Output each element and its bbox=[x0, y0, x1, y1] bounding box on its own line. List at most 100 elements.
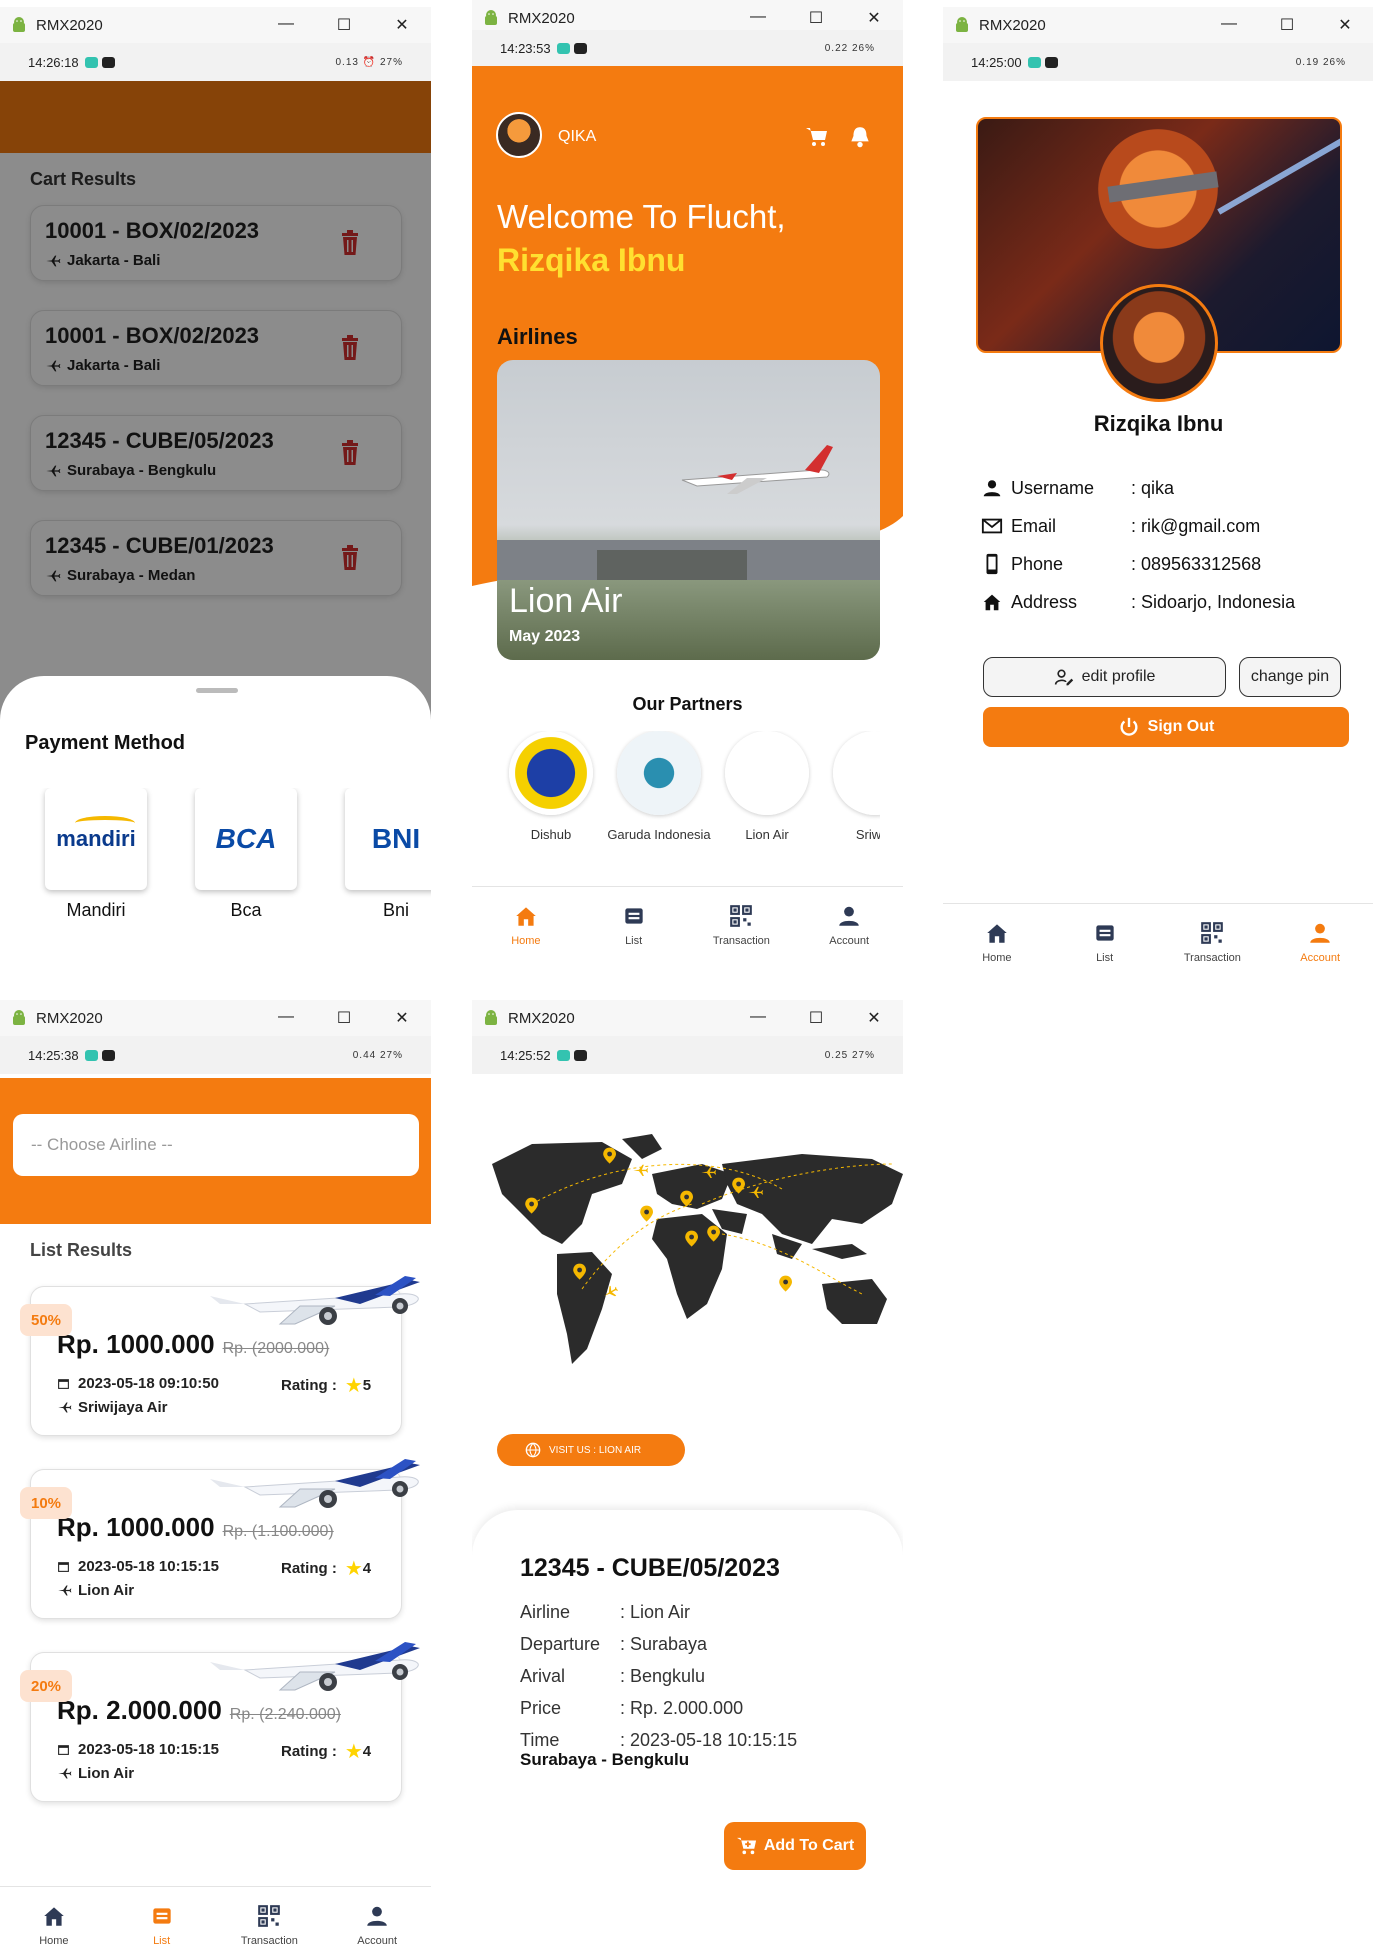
partner-logo[interactable] bbox=[509, 731, 593, 815]
payment-title: Payment Method bbox=[25, 732, 186, 754]
list-icon bbox=[624, 907, 643, 924]
change-pin-button[interactable]: change pin bbox=[1239, 657, 1341, 697]
qr-icon bbox=[1201, 921, 1224, 944]
nav-home-label: Home bbox=[511, 934, 541, 947]
add-to-cart-button[interactable]: Add To Cart bbox=[724, 1822, 866, 1870]
nav-list-label: List bbox=[153, 1934, 171, 1947]
cart-icon[interactable] bbox=[804, 126, 830, 148]
flight-datetime: 2023-05-18 10:15:15 bbox=[57, 1741, 219, 1758]
visit-button-label: VISIT US : LION AIR bbox=[549, 1444, 642, 1456]
user-icon bbox=[839, 906, 859, 926]
list-icon bbox=[1095, 924, 1114, 941]
partner-logo[interactable] bbox=[617, 731, 701, 815]
payment-option[interactable]: BNI bbox=[345, 788, 431, 890]
maximize-button[interactable]: ☐ bbox=[315, 1008, 373, 1028]
partner-name: Sriwija bbox=[855, 827, 880, 841]
app-icon bbox=[84, 1049, 98, 1061]
minimize-button[interactable]: — bbox=[729, 8, 787, 28]
minimize-button[interactable]: — bbox=[1200, 15, 1258, 35]
nav-transaction[interactable]: Transaction bbox=[1159, 904, 1267, 962]
minimize-button[interactable]: — bbox=[257, 15, 315, 35]
youtube-icon bbox=[573, 1049, 587, 1061]
airline-card[interactable]: Lion Air May 2023 bbox=[497, 360, 880, 660]
app-icon bbox=[84, 56, 98, 68]
status-indicators: 0.22 26% bbox=[824, 42, 875, 54]
payment-option[interactable]: mandiri bbox=[45, 788, 147, 890]
nav-home[interactable]: Home bbox=[943, 904, 1051, 962]
close-button[interactable]: ✕ bbox=[373, 1008, 431, 1028]
maximize-button[interactable]: ☐ bbox=[787, 8, 845, 28]
profile-field: Address: Sidoarjo, Indonesia bbox=[981, 587, 1341, 617]
close-button[interactable]: ✕ bbox=[373, 15, 431, 35]
maximize-button[interactable]: ☐ bbox=[315, 15, 373, 35]
nav-home[interactable]: Home bbox=[0, 1887, 108, 1951]
maximize-button[interactable]: ☐ bbox=[1258, 15, 1316, 35]
discount-badge: 50% bbox=[20, 1304, 72, 1336]
maximize-button[interactable]: ☐ bbox=[787, 1008, 845, 1028]
nav-list[interactable]: List bbox=[1051, 904, 1159, 962]
sign-out-button[interactable]: Sign Out bbox=[983, 707, 1349, 747]
edit-profile-button[interactable]: edit profile bbox=[983, 657, 1226, 697]
nav-account[interactable]: Account bbox=[323, 1887, 431, 1951]
status-time: 14:25:00 bbox=[971, 54, 1022, 70]
list-icon bbox=[152, 1907, 171, 1924]
profile-field-label: Phone bbox=[1011, 553, 1064, 574]
nav-account-label: Account bbox=[1300, 951, 1340, 963]
profile-field-value: : qika bbox=[1131, 477, 1175, 498]
featured-airline-date: May 2023 bbox=[509, 628, 581, 645]
avatar[interactable] bbox=[496, 112, 542, 158]
nav-transaction[interactable]: Transaction bbox=[688, 887, 796, 962]
detail-field-value: : 2023-05-18 10:15:15 bbox=[620, 1729, 798, 1750]
status-indicators: 0.19 26% bbox=[1295, 56, 1346, 68]
nav-transaction-label: Transaction bbox=[1183, 951, 1241, 963]
bank-logo: BCA bbox=[215, 823, 277, 854]
app-icon bbox=[556, 1049, 570, 1061]
status-time: 14:26:18 bbox=[28, 54, 79, 70]
nav-account[interactable]: Account bbox=[1266, 904, 1373, 962]
qr-icon bbox=[258, 1904, 281, 1927]
profile-avatar[interactable] bbox=[1100, 284, 1218, 402]
profile-field: Phone: 089563312568 bbox=[981, 549, 1341, 579]
nav-list[interactable]: List bbox=[108, 1887, 216, 1951]
discount-badge: 10% bbox=[20, 1487, 72, 1519]
detail-field: Departure: Surabaya bbox=[520, 1630, 880, 1658]
partner-logo[interactable] bbox=[725, 731, 809, 815]
payment-name: Mandiri bbox=[66, 900, 126, 920]
minimize-button[interactable]: — bbox=[257, 1008, 315, 1028]
star-icon: ★ bbox=[344, 1558, 363, 1580]
detail-field: Airline: Lion Air bbox=[520, 1598, 880, 1626]
nav-transaction-label: Transaction bbox=[240, 1934, 298, 1947]
android-icon bbox=[13, 17, 25, 32]
airline-select[interactable]: -- Choose Airline -- bbox=[13, 1114, 419, 1176]
partner-logo[interactable] bbox=[833, 731, 880, 815]
detail-field-label: Price bbox=[520, 1697, 562, 1718]
nav-home[interactable]: Home bbox=[472, 887, 580, 962]
rating-value: 4 bbox=[362, 1743, 372, 1760]
calendar-icon bbox=[58, 1745, 69, 1755]
notification-icon[interactable] bbox=[847, 124, 873, 150]
featured-airline-name: Lion Air bbox=[509, 582, 623, 620]
plane-icon bbox=[58, 1585, 72, 1596]
airplane-image bbox=[209, 1641, 430, 1702]
rating-value: 4 bbox=[362, 1560, 372, 1577]
window-titlebar: RMX2020 — ☐ ✕ bbox=[0, 7, 431, 43]
original-price: Rp. (1.100.000) bbox=[222, 1523, 334, 1540]
flight-airline-text: Sriwijaya Air bbox=[78, 1399, 168, 1416]
sheet-handle[interactable] bbox=[196, 688, 238, 693]
nav-transaction-label: Transaction bbox=[712, 934, 770, 947]
flight-airline: Sriwijaya Air bbox=[57, 1399, 168, 1416]
nav-account[interactable]: Account bbox=[795, 887, 903, 962]
close-button[interactable]: ✕ bbox=[845, 8, 903, 28]
minimize-button[interactable]: — bbox=[729, 1008, 787, 1028]
status-bar: 14:23:53 0.22 26% bbox=[472, 30, 903, 66]
close-button[interactable]: ✕ bbox=[1316, 15, 1373, 35]
nav-list[interactable]: List bbox=[580, 887, 688, 962]
payment-option[interactable]: BCA bbox=[195, 788, 297, 890]
plane-image bbox=[681, 445, 833, 494]
payment-bottom-sheet: Payment Method mandiri Mandiri BCA Bca BNI Bn… bbox=[0, 676, 431, 962]
close-button[interactable]: ✕ bbox=[845, 1008, 903, 1028]
nav-transaction[interactable]: Transaction bbox=[216, 1887, 324, 1951]
visit-button[interactable]: VISIT US : LION AIR bbox=[497, 1434, 685, 1466]
user-icon bbox=[981, 477, 1007, 499]
detail-field-label: Arival bbox=[520, 1665, 566, 1686]
